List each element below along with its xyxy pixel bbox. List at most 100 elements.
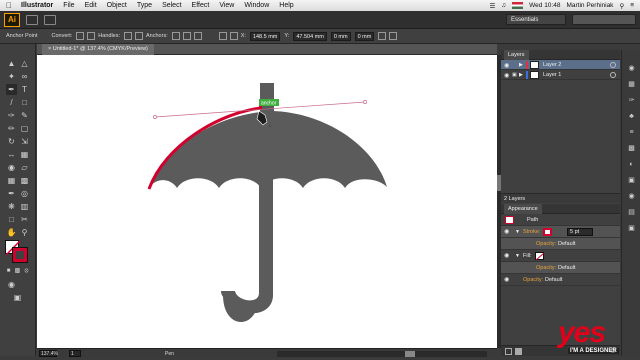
layer-row[interactable]: ◉ ▶ Layer 2 xyxy=(501,60,620,70)
add-fill-icon[interactable] xyxy=(515,348,522,355)
bridge-icon[interactable] xyxy=(26,14,38,25)
arrange-documents-icon[interactable] xyxy=(44,14,56,25)
stroke-weight-field[interactable]: 5 pt xyxy=(567,228,593,236)
scale-tool-icon[interactable]: ⇲ xyxy=(19,136,30,147)
horizontal-scroll-thumb[interactable] xyxy=(405,351,415,357)
stroke-opacity-row[interactable]: Opacity: Default xyxy=(501,238,620,250)
zoom-field[interactable]: 137.4% xyxy=(39,350,58,357)
menu-select[interactable]: Select xyxy=(162,2,181,9)
appearance-tab[interactable]: Appearance xyxy=(504,204,542,214)
menu-window[interactable]: Window xyxy=(244,2,269,9)
menu-type[interactable]: Type xyxy=(137,2,152,9)
h-field[interactable]: 0 mm xyxy=(354,31,375,41)
clock[interactable]: Wed 10:48 xyxy=(529,2,560,9)
direction-handle-right[interactable] xyxy=(363,100,367,104)
menu-help[interactable]: Help xyxy=(279,2,293,9)
object-opacity-row[interactable]: ◉ Opacity: Default xyxy=(501,274,620,286)
fill-row[interactable]: ◉ ▼ Fill: xyxy=(501,250,620,262)
artboard-tool-icon[interactable]: □ xyxy=(6,214,17,225)
search-help-input[interactable] xyxy=(572,14,636,25)
draw-mode-icon[interactable]: ◉ xyxy=(6,279,17,290)
pencil-tool-icon[interactable]: ✎ xyxy=(19,110,30,121)
layer-name[interactable]: Layer 1 xyxy=(543,70,561,80)
menu-effect[interactable]: Effect xyxy=(192,2,210,9)
hide-handles-icon[interactable] xyxy=(135,32,144,40)
menu-object[interactable]: Object xyxy=(107,2,127,9)
convert-smooth-icon[interactable] xyxy=(87,32,96,40)
opacity-label[interactable]: Opacity: xyxy=(523,274,543,286)
stroke-swatch[interactable] xyxy=(12,247,28,263)
visibility-eye-icon[interactable]: ◉ xyxy=(504,71,509,81)
expand-triangle-icon[interactable]: ▶ xyxy=(519,70,523,80)
collapse-triangle-icon[interactable]: ▼ xyxy=(515,226,520,238)
zoom-tool-icon[interactable]: ⚲ xyxy=(19,227,30,238)
connect-anchors-icon[interactable] xyxy=(182,32,191,40)
stroke-row[interactable]: ◉ ▼ Stroke: 5 pt xyxy=(501,226,620,238)
isolate-icon[interactable] xyxy=(378,32,387,40)
shape-builder-tool-icon[interactable]: ◉ xyxy=(6,162,17,173)
visibility-eye-icon[interactable]: ◉ xyxy=(504,226,509,238)
convert-corner-icon[interactable] xyxy=(76,32,85,40)
x-field[interactable]: 148.5 mm xyxy=(249,31,281,41)
menu-file[interactable]: File xyxy=(63,2,74,9)
visibility-eye-icon[interactable]: ◉ xyxy=(504,274,509,286)
graph-tool-icon[interactable]: ▥ xyxy=(19,201,30,212)
layer-row[interactable]: ◉ ▣ ▶ Layer 1 xyxy=(501,70,620,80)
direction-handle-left[interactable] xyxy=(153,115,157,119)
screen-mode-icon[interactable]: ▣ xyxy=(12,292,23,303)
lock-icon[interactable]: ▣ xyxy=(512,70,517,80)
w-field[interactable]: 0 mm xyxy=(330,31,351,41)
align-panel-icon[interactable]: ▤ xyxy=(627,208,636,217)
perspective-grid-tool-icon[interactable]: ▱ xyxy=(19,162,30,173)
horizontal-scrollbar[interactable] xyxy=(277,351,487,357)
stroke-panel-icon[interactable]: ≡ xyxy=(627,128,636,137)
fill-label[interactable]: Fill: xyxy=(523,250,532,262)
visibility-eye-icon[interactable]: ◉ xyxy=(504,250,509,262)
user-name[interactable]: Martin Perhiniak xyxy=(566,2,613,9)
collapse-triangle-icon[interactable]: ▼ xyxy=(515,250,520,262)
stroke-color-swatch[interactable] xyxy=(543,228,552,236)
mesh-tool-icon[interactable]: ▦ xyxy=(6,175,17,186)
brushes-panel-icon[interactable]: ✑ xyxy=(627,96,636,105)
add-stroke-icon[interactable] xyxy=(505,348,512,355)
none-mode-icon[interactable]: ⦻ xyxy=(21,266,32,277)
expand-triangle-icon[interactable]: ▶ xyxy=(519,60,523,70)
blend-tool-icon[interactable]: ◎ xyxy=(19,188,30,199)
cut-path-icon[interactable] xyxy=(193,32,202,40)
opacity-label[interactable]: Opacity: xyxy=(536,262,556,274)
panel-menu-icon[interactable] xyxy=(389,32,398,40)
close-icon[interactable]: × xyxy=(48,46,51,52)
opacity-label[interactable]: Opacity: xyxy=(536,238,556,250)
selection-tool-icon[interactable]: ▲ xyxy=(6,58,17,69)
magic-wand-tool-icon[interactable]: ✦ xyxy=(6,71,17,82)
menu-view[interactable]: View xyxy=(219,2,234,9)
pathfinder-panel-icon[interactable]: ▣ xyxy=(627,224,636,233)
symbol-sprayer-tool-icon[interactable]: ❋ xyxy=(6,201,17,212)
fill-color-swatch[interactable] xyxy=(535,252,545,261)
app-menu[interactable]: Illustrator xyxy=(21,2,53,9)
apple-icon[interactable]:  xyxy=(6,1,12,10)
fill-opacity-row[interactable]: Opacity: Default xyxy=(501,262,620,274)
artboard-canvas[interactable]: anchor ∟ xyxy=(37,55,497,348)
flag-icon[interactable] xyxy=(512,2,524,9)
layer-target-icon[interactable] xyxy=(610,62,616,68)
direct-selection-tool-icon[interactable]: △ xyxy=(19,58,30,69)
graphic-styles-panel-icon[interactable]: ▣ xyxy=(627,176,636,185)
show-handles-icon[interactable] xyxy=(124,32,133,40)
blob-brush-tool-icon[interactable]: ✏ xyxy=(6,123,17,134)
color-panel-icon[interactable]: ◉ xyxy=(627,64,636,73)
current-tool-status[interactable]: Pen xyxy=(165,351,174,357)
remove-anchor-icon[interactable] xyxy=(171,32,180,40)
document-tab[interactable]: × Untitled-1* @ 137.4% (CMYK/Preview) xyxy=(42,44,154,55)
eyedropper-tool-icon[interactable]: ✒ xyxy=(6,188,17,199)
slice-tool-icon[interactable]: ✂ xyxy=(19,214,30,225)
type-tool-icon[interactable]: T xyxy=(19,84,30,95)
gradient-tool-icon[interactable]: ▩ xyxy=(19,175,30,186)
wifi-icon[interactable]: ☰ xyxy=(489,2,495,10)
width-tool-icon[interactable]: ↔ xyxy=(6,149,17,160)
layers-tab[interactable]: Layers xyxy=(504,50,529,60)
paintbrush-tool-icon[interactable]: ✑ xyxy=(6,110,17,121)
pen-tool-icon[interactable]: ✒ xyxy=(6,84,17,95)
free-transform-tool-icon[interactable]: ▦ xyxy=(19,149,30,160)
reference-point-icon[interactable] xyxy=(229,32,238,40)
